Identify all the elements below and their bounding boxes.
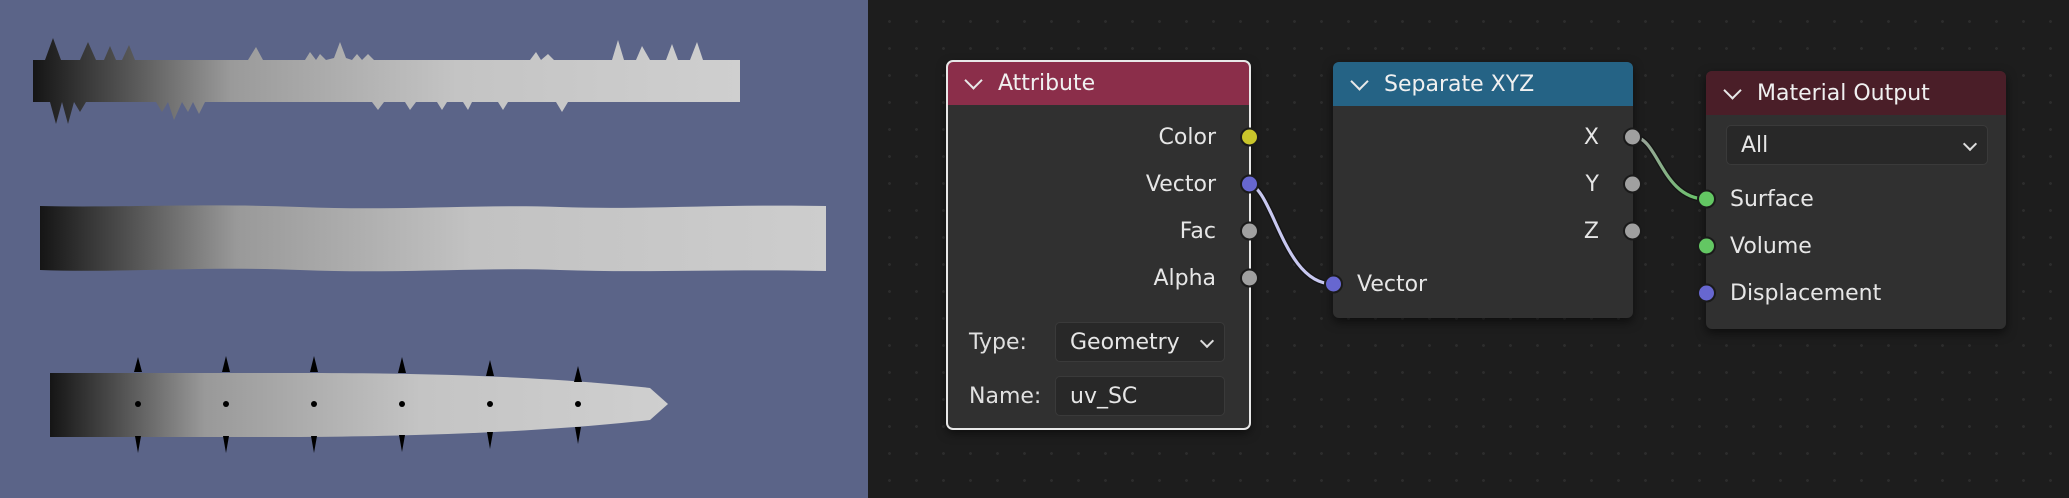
socket-vector-icon[interactable] [1240, 174, 1259, 194]
input-socket-displacement[interactable]: Displacement [1697, 278, 1881, 308]
collapse-chevron-icon[interactable] [964, 70, 983, 90]
material-output-node[interactable]: Material Output All Surface Volume Displ… [1697, 71, 2006, 329]
viewport-render[interactable] [0, 0, 868, 498]
type-dropdown[interactable]: Geometry [1055, 322, 1225, 362]
link-x-to-surface[interactable] [1633, 134, 1707, 202]
material-output-node-title: Material Output [1757, 80, 1930, 106]
socket-vector-icon[interactable] [1324, 274, 1343, 294]
socket-volume-icon[interactable] [1697, 236, 1716, 256]
type-label: Type: [969, 329, 1027, 355]
chevron-down-icon [1199, 333, 1215, 349]
output-socket-fac[interactable]: Fac [1180, 216, 1259, 246]
socket-surface-icon[interactable] [1697, 189, 1716, 209]
socket-alpha-icon[interactable] [1240, 268, 1259, 288]
name-row: Name: uv_SC [969, 375, 1225, 417]
socket-displacement-icon[interactable] [1697, 283, 1716, 303]
chevron-down-icon [1962, 136, 1978, 152]
socket-x-icon[interactable] [1623, 127, 1642, 147]
separate-xyz-node-title: Separate XYZ [1384, 71, 1535, 97]
attribute-node-title: Attribute [998, 70, 1096, 96]
output-socket-alpha[interactable]: Alpha [1153, 263, 1259, 293]
socket-y-icon[interactable] [1623, 174, 1642, 194]
separate-xyz-node-header[interactable]: Separate XYZ [1333, 62, 1633, 106]
tapered-stroke [50, 356, 668, 453]
output-socket-x[interactable]: X [1584, 122, 1642, 152]
output-socket-y[interactable]: Y [1586, 169, 1642, 199]
collapse-chevron-icon[interactable] [1723, 80, 1742, 100]
socket-color-icon[interactable] [1240, 127, 1259, 147]
socket-fac-icon[interactable] [1240, 221, 1259, 241]
output-socket-vector[interactable]: Vector [1146, 169, 1259, 199]
separate-xyz-node[interactable]: Separate XYZ X Y Z Vector [1324, 62, 1642, 318]
input-socket-vector[interactable]: Vector [1324, 269, 1427, 299]
target-dropdown[interactable]: All [1726, 125, 1988, 165]
strokes-preview [33, 38, 826, 453]
collapse-chevron-icon[interactable] [1350, 71, 1369, 91]
spiky-stroke [33, 38, 740, 124]
link-vector-to-vector[interactable] [1246, 181, 1334, 287]
shader-node-editor[interactable]: Attribute Color Vector Fac Alpha Type: G… [868, 0, 2069, 498]
input-socket-volume[interactable]: Volume [1697, 231, 1812, 261]
name-label: Name: [969, 383, 1042, 409]
material-output-node-header[interactable]: Material Output [1706, 71, 2006, 115]
output-socket-color[interactable]: Color [1159, 122, 1259, 152]
type-row: Type: Geometry [969, 321, 1225, 363]
input-socket-surface[interactable]: Surface [1697, 184, 1814, 214]
wavy-stroke [40, 205, 826, 272]
attribute-node[interactable]: Attribute Color Vector Fac Alpha Type: G… [946, 60, 1259, 430]
attribute-name-field[interactable]: uv_SC [1055, 376, 1225, 416]
socket-z-icon[interactable] [1623, 221, 1642, 241]
attribute-node-header[interactable]: Attribute [947, 61, 1250, 105]
output-socket-z[interactable]: Z [1584, 216, 1642, 246]
